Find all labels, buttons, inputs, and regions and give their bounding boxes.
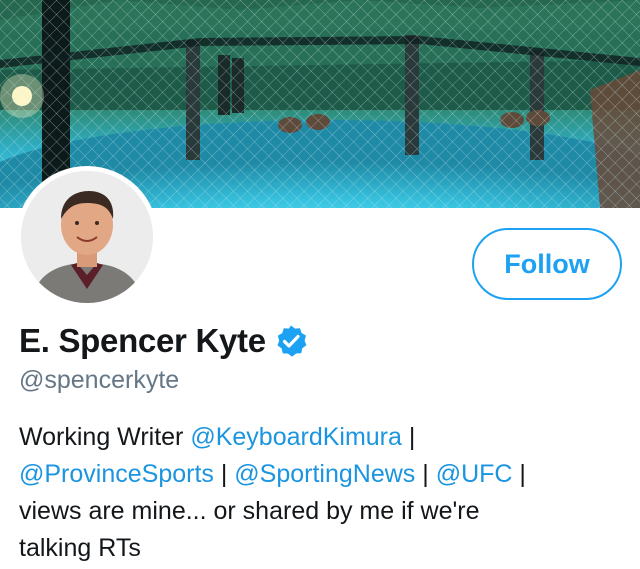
verified-badge-icon <box>274 324 308 358</box>
profile-avatar[interactable] <box>16 166 158 308</box>
mention-link-keyboardkimura[interactable]: @KeyboardKimura <box>190 423 402 451</box>
profile-name-row: E. Spencer Kyte <box>19 319 308 363</box>
bio-line-3: views are mine... or shared by me if we'… <box>19 497 480 525</box>
bio-separator: | <box>415 460 436 488</box>
follow-button[interactable]: Follow <box>472 228 622 300</box>
bio-separator: | <box>401 423 416 451</box>
bio-line-2: @ProvinceSports | @SportingNews | @UFC | <box>19 456 629 493</box>
bio-line-4: talking RTs <box>19 534 141 562</box>
avatar-photo <box>21 171 153 303</box>
bio-text: Working Writer <box>19 423 191 451</box>
mention-link-ufc[interactable]: @UFC <box>436 460 513 488</box>
profile-handle: @spencerkyte <box>19 366 180 394</box>
mention-link-provincesports[interactable]: @ProvinceSports <box>19 460 214 488</box>
profile-bio: Working Writer @KeyboardKimura | @Provin… <box>19 419 629 567</box>
bio-separator: | <box>512 460 526 488</box>
bio-separator: | <box>213 460 235 488</box>
bio-line-1: Working Writer @KeyboardKimura | <box>19 419 629 456</box>
mention-link-sportingnews[interactable]: @SportingNews <box>234 460 415 488</box>
display-name: E. Spencer Kyte <box>19 322 266 359</box>
